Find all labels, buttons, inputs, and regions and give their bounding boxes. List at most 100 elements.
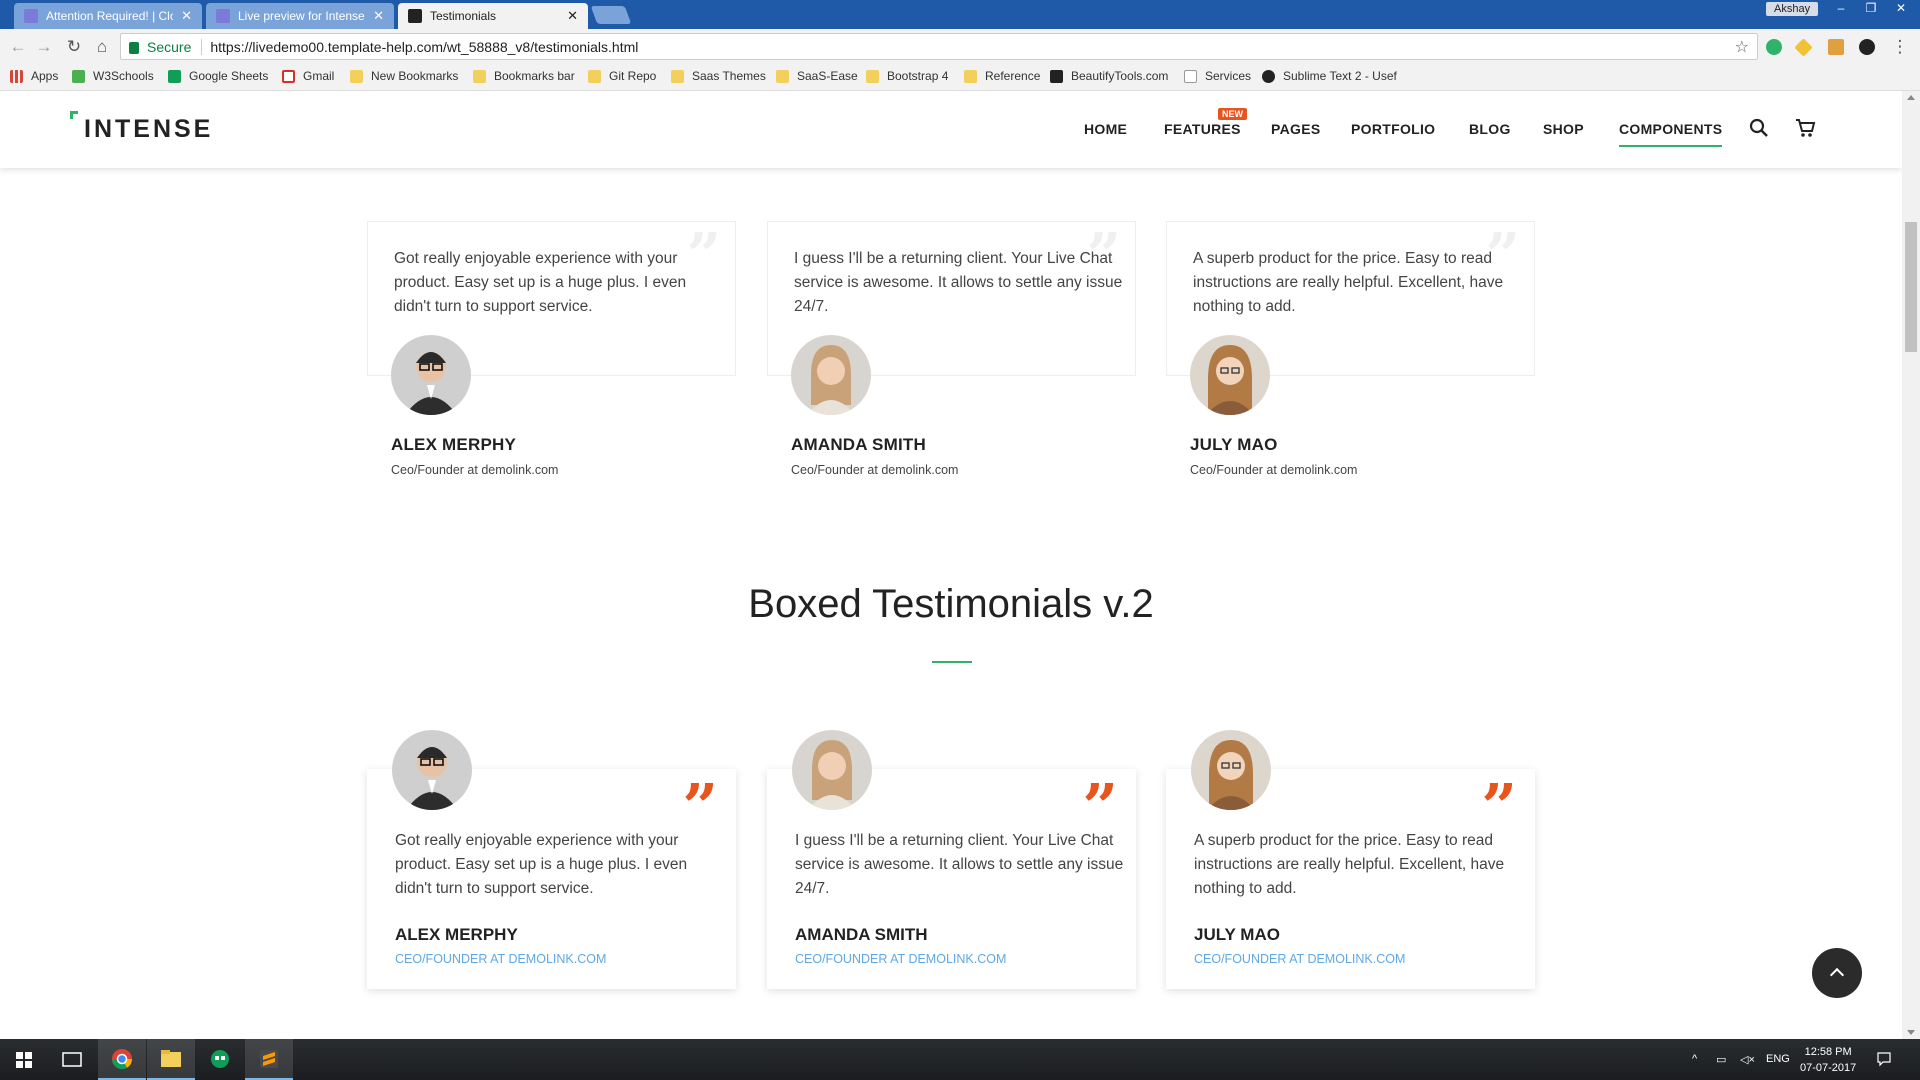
avatar [791,335,871,415]
bookmark-sublime-text[interactable]: Sublime Text 2 - Usef [1262,69,1397,83]
bookmark-bookmarks-bar[interactable]: Bookmarks bar [473,69,575,83]
language-indicator[interactable]: ENG [1766,1053,1790,1065]
nav-home[interactable]: HOME [1084,121,1127,137]
clock-time: 12:58 PM [1804,1046,1852,1058]
logo-text: INTENSE [84,115,214,143]
bookmark-services[interactable]: Services [1184,69,1251,83]
gmail-icon [282,69,295,83]
folder-icon [473,69,486,83]
quote-mark-icon: ” [1082,770,1118,843]
extension-star-icon[interactable] [1794,38,1813,57]
close-tab-icon[interactable]: ✕ [373,8,384,24]
avatar [392,730,472,810]
bookmark-w3schools[interactable]: W3Schools [72,69,154,83]
profile-button[interactable]: Akshay [1766,2,1819,16]
reload-icon[interactable]: ↻ [64,37,84,57]
bt-icon [1050,69,1063,83]
bookmark-saas-themes[interactable]: Saas Themes [671,69,766,83]
tab-title: Attention Required! | Clo [46,9,174,23]
home-icon[interactable]: ⌂ [92,37,112,57]
extension-green-icon[interactable] [1766,39,1782,55]
file-explorer-icon[interactable] [147,1039,195,1080]
bookmark-label: Services [1205,69,1252,83]
site-header: INTENSE HOME FEATURES NEW PAGES PORTFOLI… [0,91,1902,168]
page-scrollbar[interactable] [1902,91,1920,1039]
address-bar[interactable]: Secure https://livedemo00.template-help.… [120,33,1758,60]
testimonial-name: ALEX MERPHY [391,435,516,454]
testimonial-text: Got really enjoyable experience with you… [395,832,688,897]
bookmark-label: Google Sheets [189,69,269,83]
site-logo[interactable]: INTENSE [70,111,214,144]
forward-icon[interactable]: → [34,37,54,57]
folder-icon [588,69,601,83]
tab-attention-required[interactable]: Attention Required! | Clo ✕ [14,3,202,29]
bookmark-reference[interactable]: Reference [964,69,1040,83]
bookmark-label: Bookmarks bar [494,69,575,83]
apps-grid-icon [10,69,23,83]
network-icon[interactable]: ▭ [1716,1053,1726,1066]
new-tab-button[interactable] [590,6,632,24]
nav-features[interactable]: FEATURES [1164,121,1241,137]
bookmark-apps[interactable]: Apps [10,69,58,83]
site-favicon-icon [408,9,422,23]
action-center-icon[interactable] [1876,1051,1892,1067]
testimonial-role: Ceo/Founder at demolink.com [391,463,559,477]
minimize-icon[interactable]: – [1828,0,1854,18]
folder-icon [671,69,684,83]
close-tab-icon[interactable]: ✕ [567,8,578,24]
nav-portfolio[interactable]: PORTFOLIO [1351,121,1435,137]
scroll-down-icon[interactable] [1907,1030,1915,1035]
testimonial-text: A superb product for the price. Easy to … [1194,832,1505,897]
bookmark-star-icon[interactable]: ☆ [1735,37,1749,57]
testimonial-role-link[interactable]: CEO/FOUNDER AT DEMOLINK.COM [795,952,1006,966]
close-window-icon[interactable]: ✕ [1888,0,1914,18]
avatar [1191,730,1271,810]
restore-icon[interactable]: ❐ [1858,0,1884,18]
bookmark-google-sheets[interactable]: Google Sheets [168,69,268,83]
search-icon[interactable] [1748,117,1770,139]
scrollbar-thumb[interactable] [1905,222,1917,352]
bookmark-beautifytools[interactable]: BeautifyTools.com [1050,69,1168,83]
extension-flag-icon[interactable] [1828,39,1844,55]
avatar [391,335,471,415]
nav-pages[interactable]: PAGES [1271,121,1320,137]
nav-shop[interactable]: SHOP [1543,121,1584,137]
extension-dark-icon[interactable] [1859,39,1875,55]
bookmark-git-repo[interactable]: Git Repo [588,69,656,83]
volume-icon[interactable]: ◁× [1740,1053,1755,1066]
testimonial-name: JULY MAO [1194,925,1280,944]
github-icon [1262,69,1275,83]
sublime-text-icon[interactable] [245,1039,293,1080]
bookmark-label: Gmail [303,69,335,83]
bookmark-bootstrap-4[interactable]: Bootstrap 4 [866,69,948,83]
nav-components[interactable]: COMPONENTS [1619,121,1723,147]
system-clock[interactable]: 12:58 PM 07-07-2017 [1800,1044,1856,1076]
scroll-to-top-button[interactable] [1812,948,1862,998]
bookmarks-bar: Apps W3Schools Google Sheets Gmail New B… [0,64,1920,91]
bookmark-label: Sublime Text 2 - Usef [1283,69,1397,83]
chrome-menu-icon[interactable]: ⋮ [1890,37,1910,57]
bookmark-new-bookmarks[interactable]: New Bookmarks [350,69,458,83]
testimonial-role-link[interactable]: CEO/FOUNDER AT DEMOLINK.COM [395,952,606,966]
task-view-icon[interactable] [48,1039,96,1080]
back-icon[interactable]: ← [8,37,28,57]
tab-testimonials[interactable]: Testimonials ✕ [398,3,588,29]
tab-live-preview[interactable]: Live preview for Intense I ✕ [206,3,394,29]
logo-mark-icon [70,111,78,119]
url-text[interactable]: https://livedemo00.template-help.com/wt_… [210,39,638,55]
close-tab-icon[interactable]: ✕ [181,8,192,24]
cart-icon[interactable] [1794,117,1816,139]
testimonial-name: JULY MAO [1190,435,1278,454]
nav-blog[interactable]: BLOG [1469,121,1511,137]
tray-chevron-icon[interactable]: ^ [1692,1053,1697,1065]
bookmark-saas-ease[interactable]: SaaS-Ease [776,69,858,83]
windows-start-icon[interactable] [0,1039,48,1080]
hangouts-icon[interactable] [196,1039,244,1080]
scroll-up-icon[interactable] [1907,95,1915,100]
bookmark-gmail[interactable]: Gmail [282,69,334,83]
testimonial-role-link[interactable]: CEO/FOUNDER AT DEMOLINK.COM [1194,952,1405,966]
chrome-taskbar-icon[interactable] [98,1039,146,1080]
t-icon [1184,69,1197,83]
testimonial-text: I guess I'll be a returning client. Your… [795,832,1124,897]
section-title: Boxed Testimonials v.2 [748,582,1154,626]
